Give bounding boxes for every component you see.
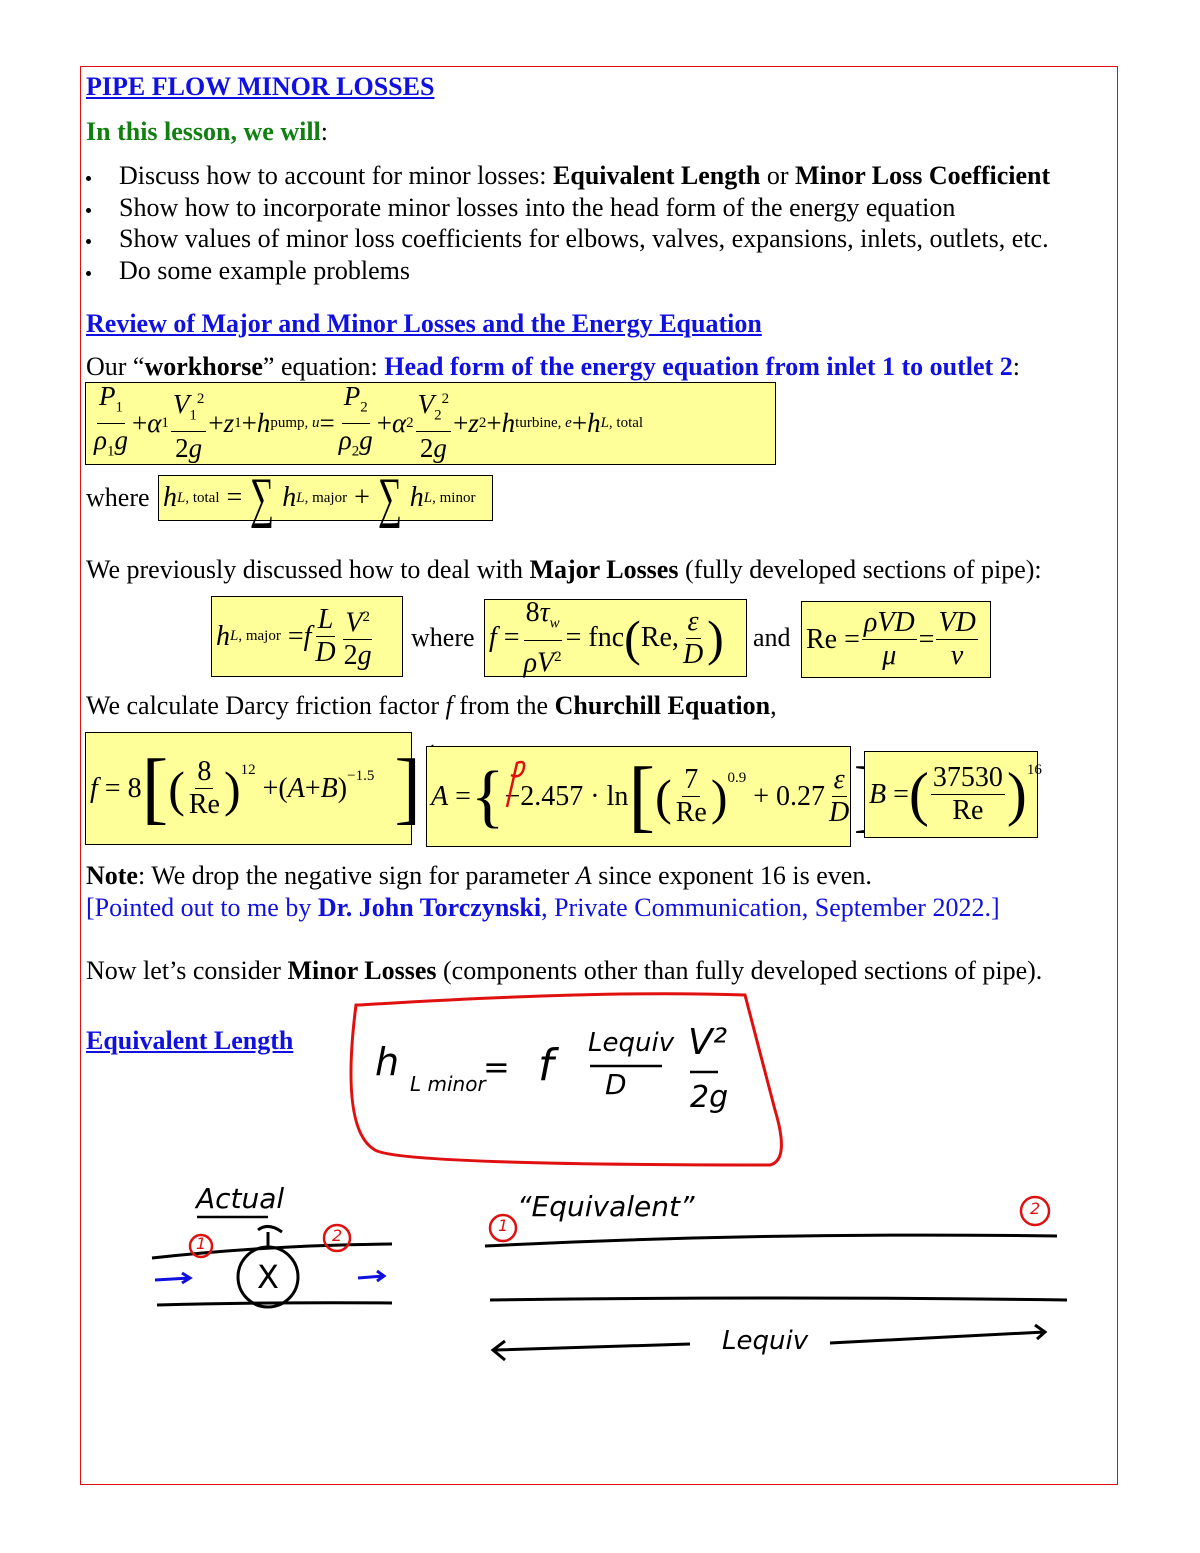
handwritten-sub: L minor (410, 1072, 486, 1096)
handwritten-lequiv: Lequiv (588, 1028, 675, 1058)
handwritten-actual: Actual (196, 1182, 285, 1215)
flow-arrow-right (357, 1269, 387, 1283)
handwritten-2g: 2g (690, 1080, 729, 1115)
handwritten-v2: V² (688, 1022, 728, 1063)
equiv-pipe-top (484, 1233, 1058, 1248)
handwritten-sketch (151, 992, 1068, 1362)
length-arrow-left (490, 1339, 691, 1362)
handwritten-equivalent: “Equivalent” (517, 1190, 695, 1223)
handwritten-equals: = (483, 1048, 510, 1086)
actual-pipe-bottom (156, 1301, 393, 1307)
valve-x: X (257, 1258, 279, 1296)
handwritten-d: D (605, 1068, 627, 1101)
point-1-label: 1 (196, 1234, 207, 1253)
valve-stem (257, 1225, 283, 1247)
handwritten-lequiv-length: Lequiv (722, 1326, 809, 1356)
length-arrow-right (829, 1323, 1048, 1345)
point-2-label-equiv: 2 (1030, 1199, 1041, 1218)
equiv-pipe-bottom (489, 1296, 1068, 1302)
handwritten-f: f (538, 1040, 554, 1091)
point-1-label-equiv: 1 (498, 1216, 509, 1235)
point-2-label: 2 (332, 1226, 343, 1245)
flow-arrow-left (154, 1271, 193, 1285)
handwritten-h: h (375, 1040, 400, 1084)
